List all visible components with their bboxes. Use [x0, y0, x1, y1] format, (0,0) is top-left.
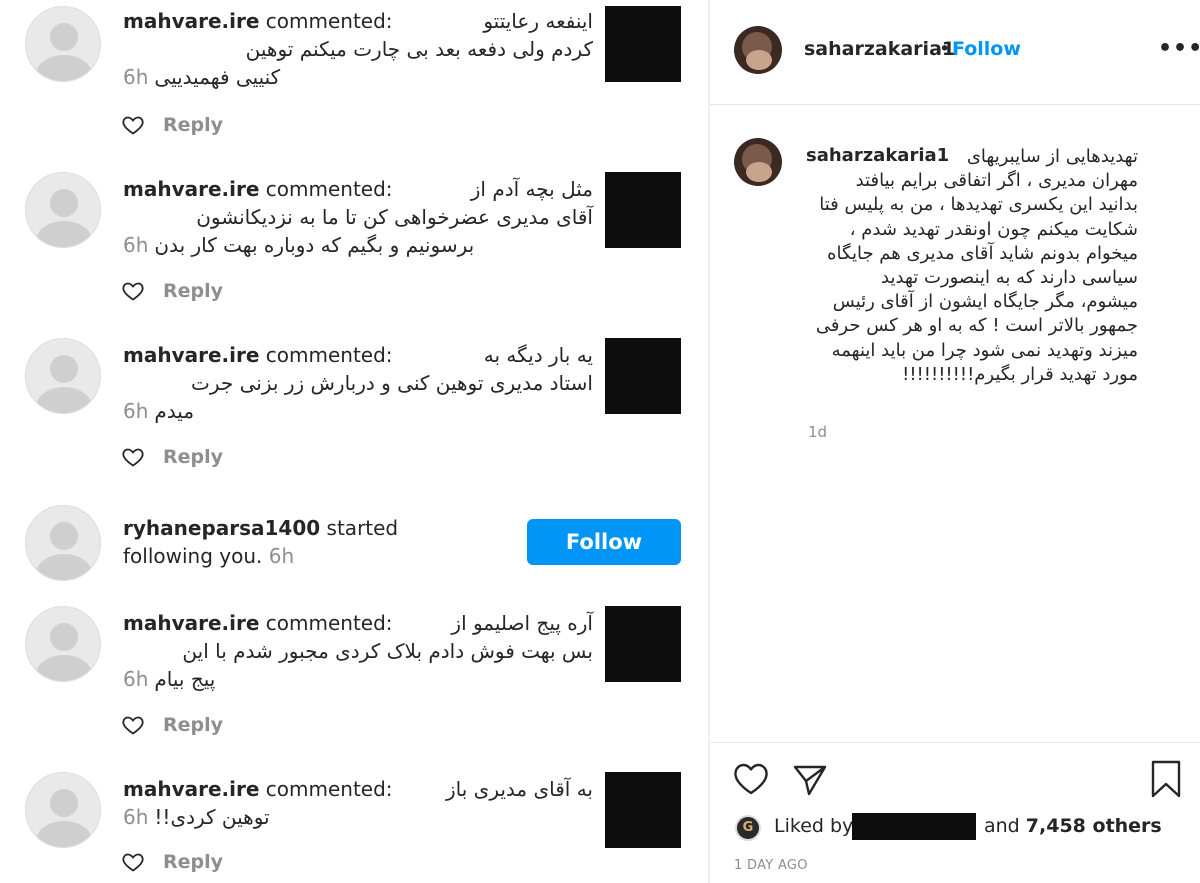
username[interactable]: mahvare.ire	[123, 343, 259, 367]
post-thumbnail[interactable]	[605, 172, 681, 248]
post-panel: saharzakaria1 • Follow ••• saharzakaria1…	[710, 0, 1200, 883]
comment-actions: Reply	[121, 848, 223, 876]
post-date: 1 DAY AGO	[734, 858, 808, 873]
reply-button[interactable]: Reply	[163, 446, 223, 468]
more-options-icon[interactable]: •••	[1158, 36, 1200, 61]
reply-button[interactable]: Reply	[163, 114, 223, 136]
follow-button[interactable]: Follow	[527, 519, 681, 565]
share-icon[interactable]	[792, 764, 828, 796]
username[interactable]: mahvare.ire	[123, 177, 259, 201]
separator-dot: •	[939, 38, 951, 60]
avatar[interactable]	[734, 138, 782, 186]
liker-avatar[interactable]: G	[735, 815, 761, 841]
post-thumbnail[interactable]	[605, 6, 681, 82]
comment-actions: Reply	[121, 443, 223, 471]
heart-icon[interactable]	[121, 713, 145, 737]
divider	[710, 104, 1200, 105]
like-icon[interactable]	[733, 762, 769, 796]
comment-text: mahvare.ire commented: یه بار دیگه به اس…	[123, 343, 593, 423]
timestamp: 6h	[123, 805, 149, 829]
comment-text: mahvare.ire commented: مثل بچه آدم از آق…	[123, 177, 593, 257]
timestamp: 6h	[123, 65, 149, 89]
timestamp: 6h	[268, 544, 295, 568]
username[interactable]: mahvare.ire	[123, 777, 259, 801]
heart-icon[interactable]	[121, 445, 145, 469]
avatar[interactable]	[25, 505, 101, 581]
username[interactable]: ryhaneparsa1400	[123, 516, 320, 540]
avatar[interactable]	[25, 338, 101, 414]
caption-age: 1d	[808, 423, 828, 441]
comment-actions: Reply	[121, 711, 223, 739]
notifications-panel: mahvare.ire commented: اینفعه رعایتتو کر…	[0, 0, 708, 883]
heart-icon[interactable]	[121, 113, 145, 137]
likes-count[interactable]: and 7,458 others	[984, 815, 1162, 837]
username[interactable]: mahvare.ire	[123, 9, 259, 33]
follow-text: ryhaneparsa1400 started following you. 6…	[123, 516, 399, 568]
post-thumbnail[interactable]	[605, 606, 681, 682]
timestamp: 6h	[123, 233, 149, 257]
heart-icon[interactable]	[121, 279, 145, 303]
bookmark-icon[interactable]	[1150, 760, 1182, 798]
timestamp: 6h	[123, 399, 149, 423]
reply-button[interactable]: Reply	[163, 714, 223, 736]
reply-button[interactable]: Reply	[163, 851, 223, 873]
comment-text: mahvare.ire commented: آره پیج اصلیمو از…	[123, 611, 593, 691]
username[interactable]: mahvare.ire	[123, 611, 259, 635]
comment-actions: Reply	[121, 277, 223, 305]
divider	[710, 742, 1200, 743]
post-thumbnail[interactable]	[605, 772, 681, 848]
avatar[interactable]	[25, 172, 101, 248]
follow-link[interactable]: Follow	[952, 38, 1021, 60]
post-username[interactable]: saharzakaria1	[804, 38, 955, 60]
avatar[interactable]	[25, 772, 101, 848]
heart-icon[interactable]	[121, 850, 145, 874]
comment-text: mahvare.ire commented: به آقای مدیری باز…	[123, 777, 593, 829]
reply-button[interactable]: Reply	[163, 280, 223, 302]
comment-actions: Reply	[121, 111, 223, 139]
liked-by-label: Liked by	[774, 815, 854, 837]
post-thumbnail[interactable]	[605, 338, 681, 414]
caption-text: تهدیدهایی از سایبریهای مهران مدیری ، اگر…	[815, 146, 1138, 385]
comment-text: mahvare.ire commented: اینفعه رعایتتو کر…	[123, 9, 593, 89]
avatar[interactable]	[734, 26, 782, 74]
redacted-name	[852, 813, 976, 840]
avatar[interactable]	[25, 606, 101, 682]
avatar[interactable]	[25, 6, 101, 82]
timestamp: 6h	[123, 667, 149, 691]
